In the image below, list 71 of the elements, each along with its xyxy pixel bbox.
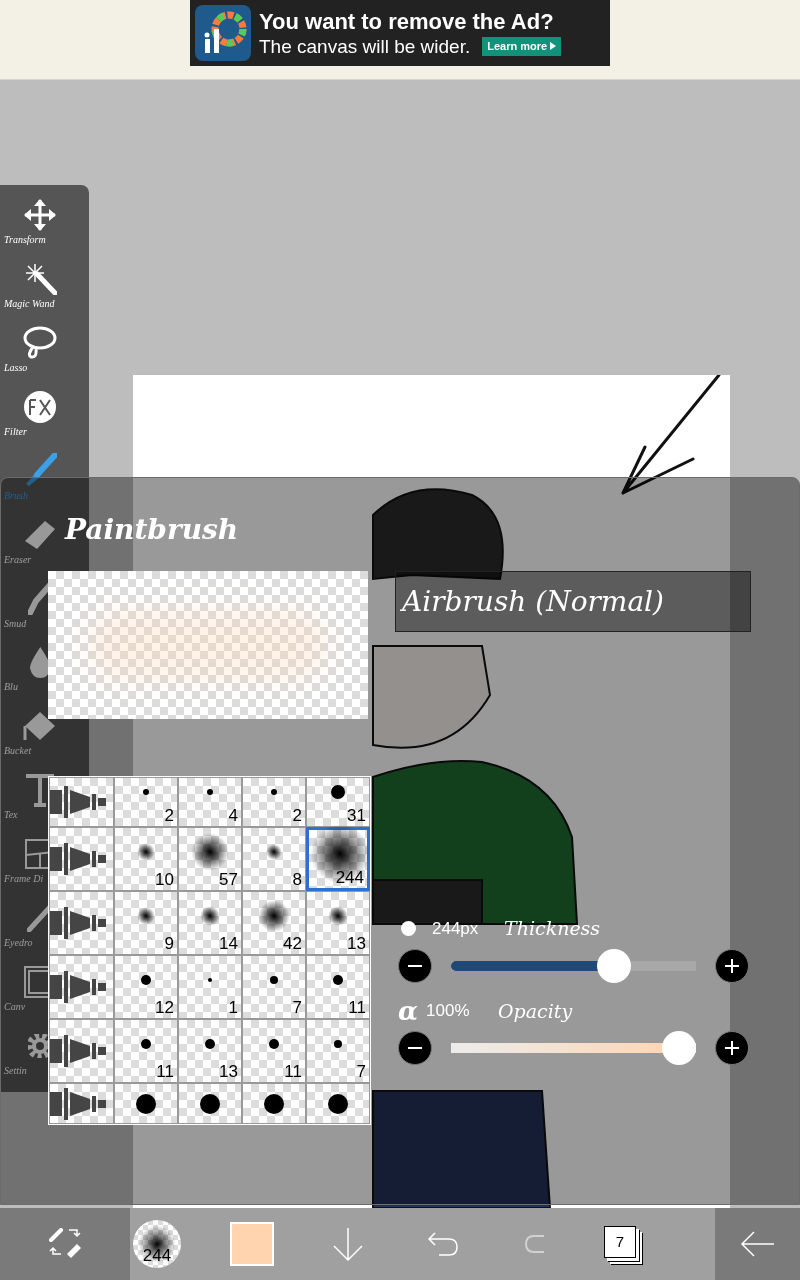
brush-preset[interactable]: 13	[178, 1019, 242, 1083]
tool-button[interactable]: Transform	[0, 197, 62, 261]
brush-preset[interactable]	[114, 1083, 178, 1124]
app-logo-icon	[195, 5, 251, 61]
brush-name-field[interactable]: Airbrush (Normal)	[395, 571, 751, 632]
brush-preset[interactable]: 2	[114, 777, 178, 827]
brush-preset[interactable]: 11	[242, 1019, 306, 1083]
minus-icon	[408, 1047, 422, 1049]
brush-preset[interactable]: 10	[114, 827, 178, 891]
brush-preset[interactable]: 9	[114, 891, 178, 955]
brush-tip-icon	[50, 842, 108, 876]
brush-preset[interactable]	[242, 1083, 306, 1124]
tool-button[interactable]: Lasso	[0, 324, 62, 389]
brush-preset[interactable]: 14	[178, 891, 242, 955]
move-icon	[22, 197, 58, 233]
magic-wand-icon	[23, 262, 57, 296]
tool-button[interactable]: Magic Wand	[0, 260, 62, 325]
brush-preset[interactable]: 7	[242, 955, 306, 1019]
brush-preset[interactable]: 7	[306, 1019, 370, 1083]
plus-icon	[725, 1041, 739, 1055]
ad-subtitle: The canvas will be wider.	[259, 36, 471, 56]
brush-preset[interactable]: 8	[242, 827, 306, 891]
minus-icon	[408, 964, 422, 967]
brush-preset[interactable]: 2	[242, 777, 306, 827]
brush-tip-icon	[50, 785, 108, 819]
brush-icon	[23, 453, 57, 489]
brush-tip-icon	[50, 906, 108, 940]
down-arrow-icon	[332, 1226, 364, 1262]
play-icon	[550, 42, 557, 50]
ad-title: You want to remove the Ad?	[259, 10, 555, 33]
brush-preset[interactable]	[178, 1083, 242, 1124]
fx-icon	[22, 388, 58, 425]
opacity-value: 100%	[426, 1000, 471, 1022]
brush-preset[interactable]: 57	[178, 827, 242, 891]
brush-eraser-swap-icon	[49, 1228, 81, 1260]
brush-size-button[interactable]: 244	[133, 1220, 181, 1268]
brush-tip-icon	[50, 1034, 108, 1068]
lasso-icon	[23, 326, 57, 360]
brush-preset[interactable]: 11	[114, 1019, 178, 1083]
tool-button[interactable]: Tex	[0, 772, 62, 837]
tool-button[interactable]: Smud	[0, 580, 62, 645]
brush-preset[interactable]: 244	[306, 827, 370, 891]
learn-more-button[interactable]: Learn more	[482, 36, 562, 56]
alpha-symbol: α	[398, 997, 418, 1024]
tool-button[interactable]: Eraser	[0, 516, 62, 581]
slider-thumb[interactable]	[662, 1031, 696, 1065]
redo-icon	[524, 1234, 546, 1254]
brush-preset[interactable]	[306, 1083, 370, 1124]
ad-banner[interactable]: You want to remove the Ad? The canvas will be wider. Learn more	[190, 0, 610, 66]
tool-button[interactable]: Filter	[0, 388, 62, 453]
brush-preset[interactable]: 11	[306, 955, 370, 1019]
bucket-icon	[23, 710, 57, 743]
tool-button[interactable]: Bucket	[0, 708, 62, 773]
brush-preset[interactable]: 1	[178, 955, 242, 1019]
brush-preset[interactable]: 4	[178, 777, 242, 827]
eraser-icon	[23, 518, 57, 551]
brush-tip-icon	[50, 970, 108, 1004]
undo-icon	[427, 1231, 459, 1257]
back-arrow-icon	[739, 1231, 776, 1257]
slider-thumb[interactable]	[596, 948, 631, 983]
brush-preset[interactable]: 12	[114, 955, 178, 1019]
plus-button[interactable]	[715, 1031, 749, 1065]
plus-icon	[725, 958, 739, 973]
brush-tip-icon	[50, 1086, 108, 1121]
tool-button[interactable]: Blu	[0, 644, 62, 709]
color-swatch[interactable]	[230, 1222, 274, 1266]
brush-preset[interactable]: 13	[306, 891, 370, 955]
brush-preset[interactable]: 31	[306, 777, 370, 827]
tool-button[interactable]: Eyedro	[0, 900, 62, 965]
opacity-label: Opacity	[498, 998, 573, 1024]
brush-preset[interactable]: 42	[242, 891, 306, 955]
